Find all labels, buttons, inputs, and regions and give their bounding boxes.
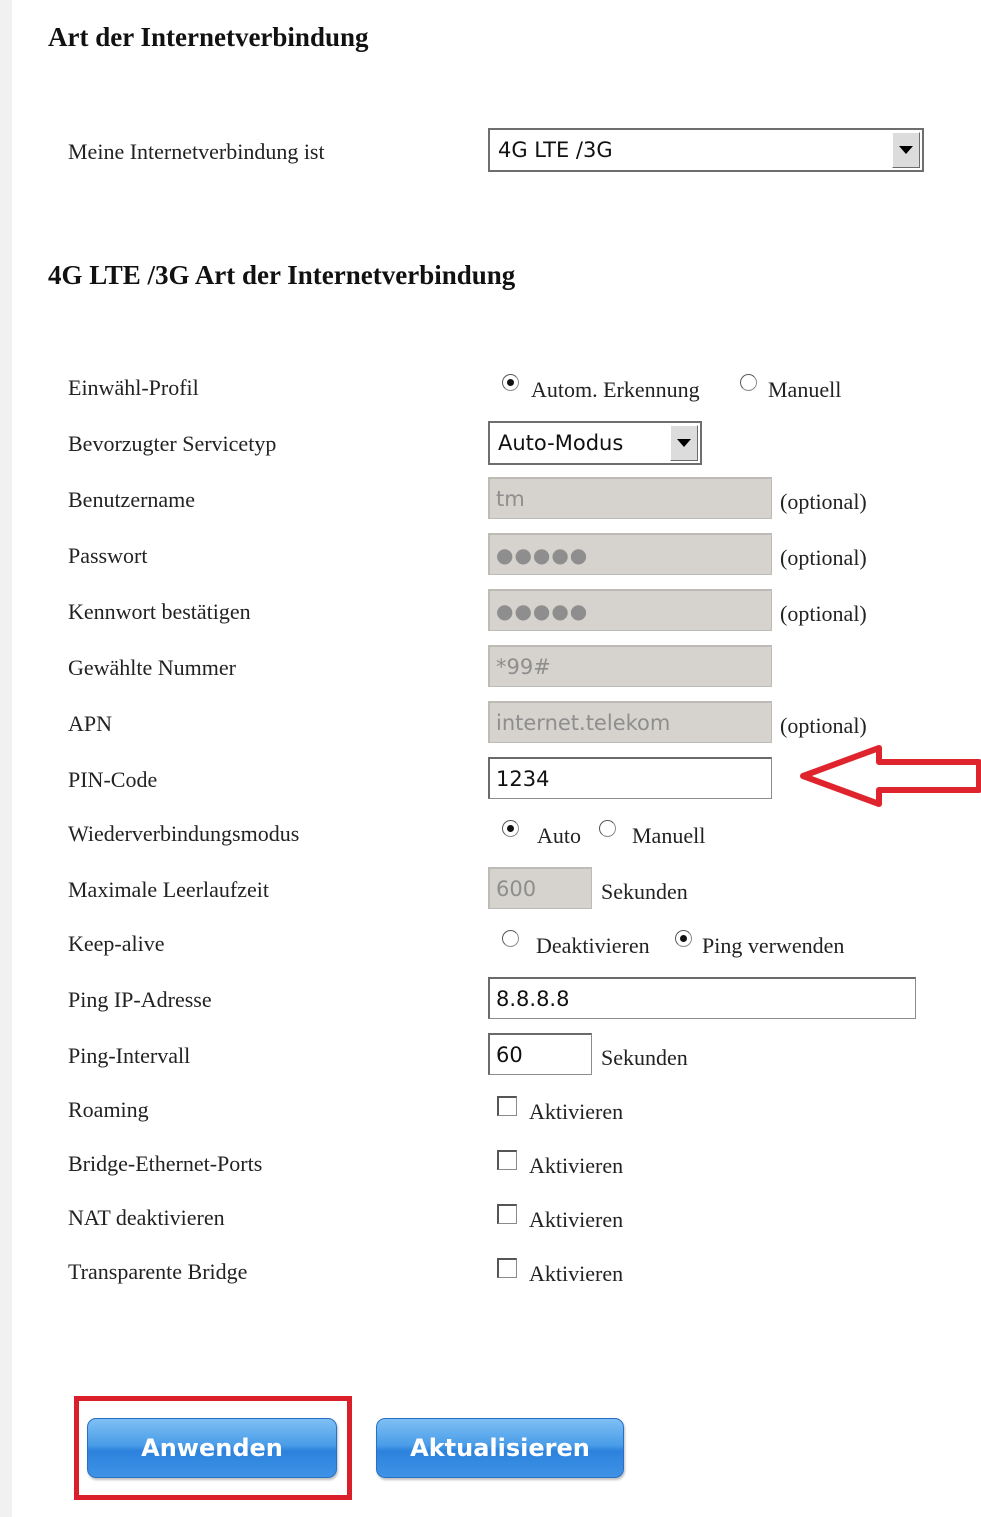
service-type-select[interactable]: Auto-Modus xyxy=(488,421,702,465)
checkbox-transparent-bridge-label: Aktivieren xyxy=(529,1261,624,1286)
radio-profile-manual[interactable] xyxy=(740,374,757,391)
radio-reconnect-manual[interactable] xyxy=(599,820,616,837)
radio-profile-manual-label: Manuell xyxy=(768,377,842,402)
ping-ip-input[interactable]: 8.8.8.8 xyxy=(488,977,916,1019)
keep-alive-label: Keep-alive xyxy=(68,931,165,956)
radio-keepalive-disable-label: Deaktivieren xyxy=(536,933,650,958)
apn-optional-note: (optional) xyxy=(780,713,867,738)
radio-profile-auto[interactable] xyxy=(502,374,519,391)
connection-type-select[interactable]: 4G LTE /3G xyxy=(488,128,924,172)
chevron-down-icon xyxy=(677,439,691,447)
nat-disable-label: NAT deaktivieren xyxy=(68,1205,225,1230)
username-label: Benutzername xyxy=(68,487,196,512)
bridge-ports-label: Bridge-Ethernet-Ports xyxy=(68,1151,263,1176)
username-optional-note: (optional) xyxy=(780,489,867,514)
ping-interval-label: Ping-Intervall xyxy=(68,1043,191,1068)
password-input[interactable]: ●●●●● xyxy=(488,533,772,575)
reconnect-mode-label: Wiederverbindungsmodus xyxy=(68,821,300,846)
idle-time-input[interactable]: 600 xyxy=(488,867,592,909)
apply-button[interactable]: Anwenden xyxy=(87,1418,337,1478)
checkbox-transparent-bridge[interactable] xyxy=(497,1258,517,1278)
idle-time-unit: Sekunden xyxy=(601,879,688,904)
radio-keepalive-ping-label: Ping verwenden xyxy=(702,933,845,958)
confirm-password-optional-note: (optional) xyxy=(780,601,867,626)
radio-keepalive-disable[interactable] xyxy=(502,930,519,947)
checkbox-bridge-ports-label: Aktivieren xyxy=(529,1153,624,1178)
refresh-button[interactable]: Aktualisieren xyxy=(376,1418,624,1478)
ping-interval-input[interactable]: 60 xyxy=(488,1033,592,1075)
service-type-value: Auto-Modus xyxy=(498,431,624,455)
confirm-password-label: Kennwort bestätigen xyxy=(68,599,251,624)
checkbox-roaming-label: Aktivieren xyxy=(529,1099,624,1124)
profile-label: Einwähl-Profil xyxy=(68,375,199,400)
confirm-password-input[interactable]: ●●●●● xyxy=(488,589,772,631)
radio-reconnect-manual-label: Manuell xyxy=(632,823,706,848)
pin-label: PIN-Code xyxy=(68,767,158,792)
password-optional-note: (optional) xyxy=(780,545,867,570)
apn-label: APN xyxy=(68,711,113,736)
dropdown-arrow-button[interactable] xyxy=(670,425,698,461)
checkbox-nat-disable-label: Aktivieren xyxy=(529,1207,624,1232)
roaming-label: Roaming xyxy=(68,1097,149,1122)
red-arrow-annotation xyxy=(800,745,981,807)
dial-number-label: Gewählte Nummer xyxy=(68,655,236,680)
transparent-bridge-label: Transparente Bridge xyxy=(68,1259,248,1284)
dropdown-arrow-button[interactable] xyxy=(892,132,920,168)
section-title-connection-type: Art der Internetverbindung xyxy=(48,22,369,52)
apn-input[interactable]: internet.telekom xyxy=(488,701,772,743)
checkbox-bridge-ports[interactable] xyxy=(497,1150,517,1170)
dial-number-input[interactable]: *99# xyxy=(488,645,772,687)
radio-keepalive-ping[interactable] xyxy=(675,930,692,947)
chevron-down-icon xyxy=(899,146,913,154)
service-type-label: Bevorzugter Servicetyp xyxy=(68,431,277,456)
checkbox-roaming[interactable] xyxy=(497,1096,517,1116)
pin-input[interactable]: 1234 xyxy=(488,757,772,799)
ping-ip-label: Ping IP-Adresse xyxy=(68,987,212,1012)
connection-type-value: 4G LTE /3G xyxy=(498,138,613,162)
radio-reconnect-auto-label: Auto xyxy=(537,823,581,848)
checkbox-nat-disable[interactable] xyxy=(497,1204,517,1224)
left-margin-strip xyxy=(0,0,12,1517)
radio-profile-auto-label: Autom. Erkennung xyxy=(531,377,700,402)
idle-time-label: Maximale Leerlaufzeit xyxy=(68,877,269,902)
radio-reconnect-auto[interactable] xyxy=(502,820,519,837)
username-input[interactable]: tm xyxy=(488,477,772,519)
section-title-lte-settings: 4G LTE /3G Art der Internetverbindung xyxy=(48,260,516,290)
password-label: Passwort xyxy=(68,543,148,568)
connection-label: Meine Internetverbindung ist xyxy=(68,139,325,164)
ping-interval-unit: Sekunden xyxy=(601,1045,688,1070)
